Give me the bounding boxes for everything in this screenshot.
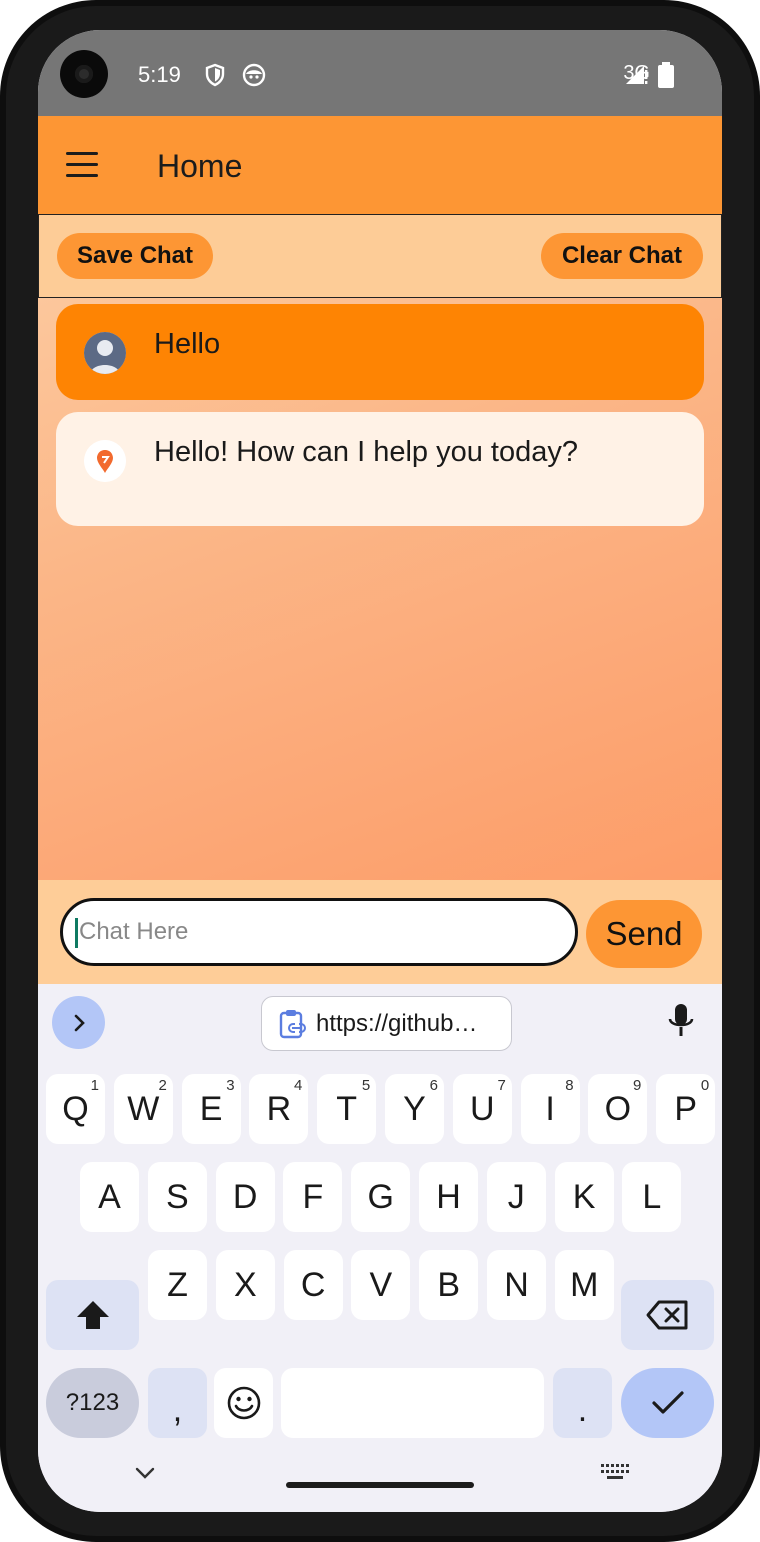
- key-w[interactable]: W2: [113, 1074, 173, 1144]
- key-z[interactable]: Z: [148, 1250, 207, 1320]
- backspace-icon: [646, 1300, 687, 1330]
- onscreen-keyboard: https://github… Q1W2E3R4T5Y6U7I8O9P0 ASD…: [38, 984, 722, 1512]
- user-message-text: Hello: [154, 328, 221, 360]
- key-label: R: [266, 1089, 292, 1128]
- key-hint: 8: [565, 1077, 574, 1094]
- key-o[interactable]: O9: [588, 1074, 648, 1144]
- key-hint: 3: [226, 1077, 235, 1094]
- expand-toolbar-button[interactable]: [52, 996, 105, 1049]
- chat-input[interactable]: [60, 898, 578, 966]
- key-e[interactable]: E3: [181, 1074, 241, 1144]
- key-label: Y: [403, 1089, 426, 1128]
- key-b[interactable]: B: [419, 1250, 479, 1320]
- key-x[interactable]: X: [215, 1250, 275, 1320]
- shield-icon: [205, 63, 225, 87]
- clipboard-link-icon: [279, 1009, 306, 1038]
- key-hint: 9: [633, 1077, 642, 1094]
- save-chat-button[interactable]: Save Chat: [57, 233, 213, 279]
- key-label: W: [127, 1089, 160, 1128]
- key-u[interactable]: U7: [452, 1074, 512, 1144]
- send-button[interactable]: Send: [586, 900, 702, 968]
- key-y[interactable]: Y6: [385, 1074, 444, 1144]
- key-hint: 6: [429, 1077, 438, 1094]
- enter-key[interactable]: [621, 1368, 714, 1438]
- key-label: E: [199, 1089, 223, 1128]
- comma-key[interactable]: ,: [148, 1368, 207, 1438]
- key-hint: 5: [361, 1077, 371, 1094]
- user-avatar-icon: [84, 332, 126, 374]
- clear-chat-button[interactable]: Clear Chat: [541, 233, 703, 279]
- backspace-key[interactable]: [621, 1280, 714, 1350]
- key-label: P: [674, 1089, 698, 1128]
- key-q[interactable]: Q1: [46, 1074, 105, 1144]
- shift-key[interactable]: [46, 1280, 139, 1350]
- key-c[interactable]: C: [283, 1250, 343, 1320]
- key-s[interactable]: S: [147, 1162, 207, 1232]
- key-i[interactable]: I8: [520, 1074, 580, 1144]
- key-g[interactable]: G: [351, 1162, 411, 1232]
- symbols-key[interactable]: ?123: [46, 1368, 139, 1438]
- chat-area[interactable]: Hello Hello! How can I help you today?: [38, 298, 722, 880]
- screen: 5:19 3G Home Save Chat Clear Chat Hello …: [38, 30, 722, 1512]
- key-hint: 7: [497, 1077, 506, 1094]
- key-f[interactable]: F: [283, 1162, 343, 1232]
- hide-keyboard-chevron-down-icon[interactable]: [134, 1466, 156, 1480]
- android-face-icon: [242, 63, 266, 87]
- bot-avatar-icon: [84, 440, 126, 482]
- microphone-icon[interactable]: [666, 1002, 696, 1040]
- keyboard-suggestion-strip: https://github…: [38, 984, 722, 1062]
- checkmark-icon: [651, 1391, 684, 1414]
- shift-arrow-icon: [76, 1301, 109, 1329]
- emoji-key[interactable]: [214, 1368, 273, 1438]
- emoji-smile-icon: [227, 1386, 260, 1420]
- key-label: Q: [62, 1089, 89, 1128]
- chevron-right-icon: [74, 1014, 85, 1031]
- key-m[interactable]: M: [554, 1250, 614, 1320]
- key-p[interactable]: P0: [656, 1074, 716, 1144]
- front-camera: [60, 50, 108, 98]
- key-a[interactable]: A: [80, 1162, 139, 1232]
- key-r[interactable]: R4: [249, 1074, 309, 1144]
- message-input-bar: Send: [38, 880, 722, 984]
- period-key[interactable]: .: [553, 1368, 612, 1438]
- app-bar: Home: [38, 116, 722, 214]
- user-message-bubble: Hello: [56, 304, 704, 400]
- key-label: T: [336, 1089, 358, 1128]
- key-h[interactable]: H: [419, 1162, 478, 1232]
- key-n[interactable]: N: [487, 1250, 546, 1320]
- hamburger-menu-icon[interactable]: [64, 152, 100, 178]
- bot-message-text: Hello! How can I help you today?: [154, 436, 578, 468]
- status-bar: 5:19 3G: [38, 30, 722, 116]
- status-time: 5:19: [138, 62, 181, 87]
- clipboard-suggestion[interactable]: https://github…: [261, 996, 512, 1051]
- key-t[interactable]: T5: [317, 1074, 377, 1144]
- page-title: Home: [157, 148, 243, 184]
- key-label: U: [470, 1089, 495, 1128]
- signal-icon: [626, 66, 648, 84]
- key-hint: 0: [700, 1077, 710, 1094]
- key-hint: 4: [294, 1077, 303, 1094]
- key-d[interactable]: D: [215, 1162, 275, 1232]
- keyboard-switcher-icon[interactable]: [600, 1462, 630, 1482]
- clipboard-text: https://github…: [316, 1009, 478, 1037]
- key-hint: 1: [90, 1077, 99, 1094]
- key-k[interactable]: K: [554, 1162, 614, 1232]
- key-l[interactable]: L: [622, 1162, 682, 1232]
- key-v[interactable]: V: [351, 1250, 411, 1320]
- bot-message-bubble: Hello! How can I help you today?: [56, 412, 704, 526]
- key-label: O: [604, 1089, 632, 1128]
- space-key[interactable]: [281, 1368, 544, 1438]
- chat-actions-bar: Save Chat Clear Chat: [38, 214, 722, 298]
- key-j[interactable]: J: [486, 1162, 546, 1232]
- key-label: I: [545, 1089, 555, 1128]
- text-cursor: [75, 918, 78, 948]
- battery-icon: [658, 62, 674, 88]
- key-hint: 2: [158, 1077, 167, 1094]
- gesture-nav-handle[interactable]: [286, 1482, 474, 1488]
